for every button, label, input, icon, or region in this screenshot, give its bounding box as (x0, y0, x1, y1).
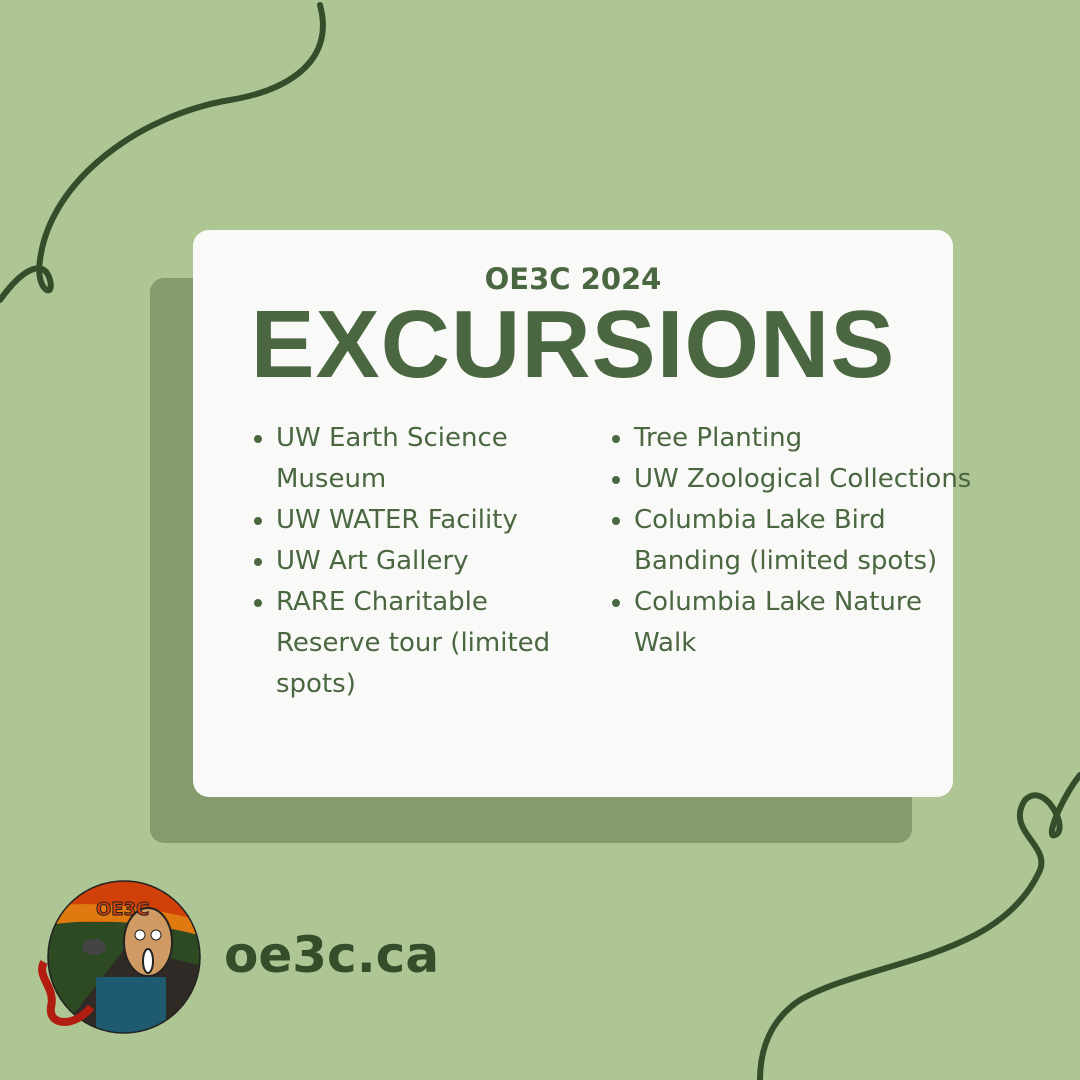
svg-text:OE3C: OE3C (96, 899, 149, 920)
list-item: UW Earth Science Museum (276, 418, 576, 500)
list-item: Columbia Lake Bird Banding (limited spot… (634, 500, 974, 582)
excursion-list-left: UW Earth Science Museum UW WATER Facilit… (252, 418, 576, 705)
list-item: UW Zoological Collections (634, 459, 974, 500)
list-item: UW WATER Facility (276, 500, 576, 541)
excursion-list-right: Tree Planting UW Zoological Collections … (610, 418, 974, 664)
oe3c-logo: OE3C (38, 880, 201, 1034)
list-item: Tree Planting (634, 418, 974, 459)
page-title: EXCURSIONS (250, 291, 896, 398)
list-item: RARE Charitable Reserve tour (limited sp… (276, 582, 576, 705)
list-item: Columbia Lake Nature Walk (634, 582, 974, 664)
list-item: UW Art Gallery (276, 541, 576, 582)
website-link[interactable]: oe3c.ca (224, 926, 439, 984)
